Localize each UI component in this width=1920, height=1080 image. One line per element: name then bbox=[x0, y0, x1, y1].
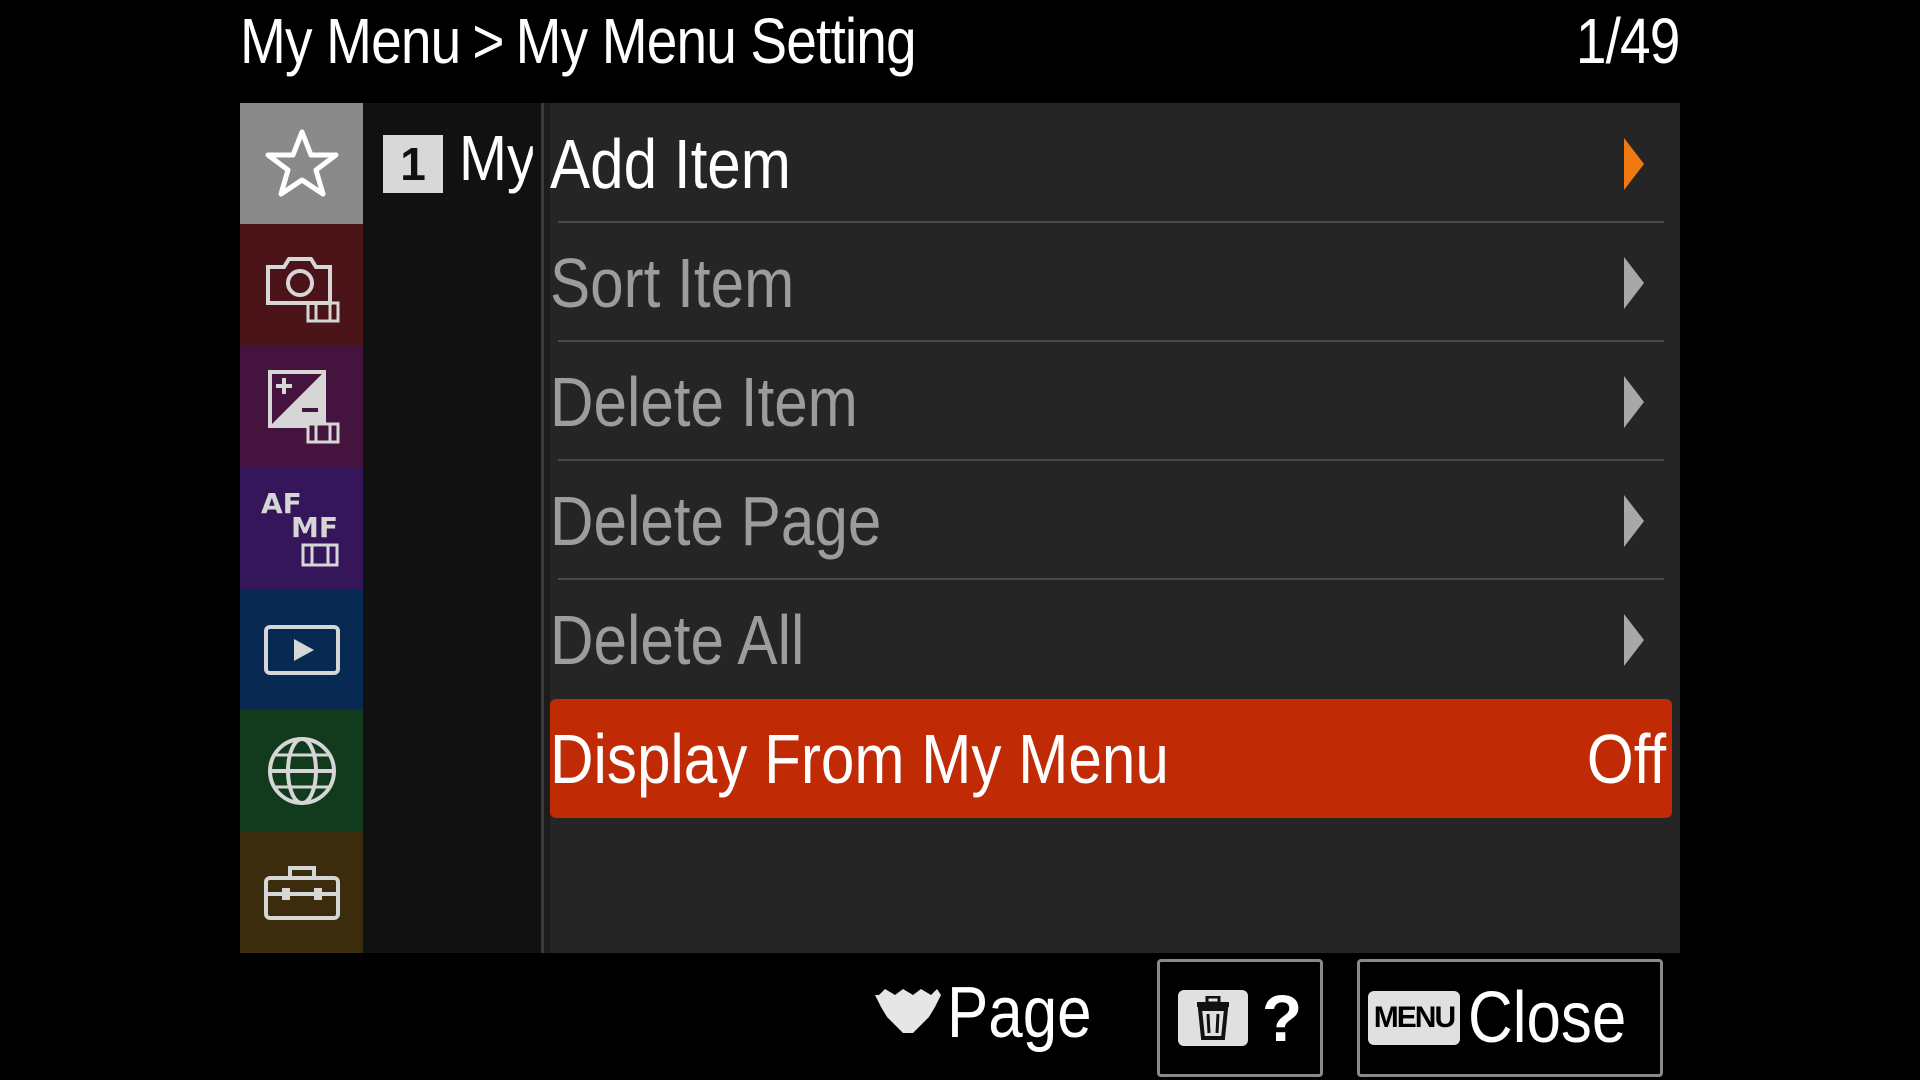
tab-focus[interactable]: AF MF bbox=[240, 467, 363, 589]
menu-item-sort-item[interactable]: Sort Item bbox=[550, 223, 1670, 342]
chevron-right-icon bbox=[1624, 256, 1644, 309]
tab-exposure-color[interactable] bbox=[240, 345, 363, 468]
breadcrumb: My Menu > My Menu Setting bbox=[240, 4, 917, 78]
menu-panel: AF MF 1 My Add Item Sort Item Delete Item bbox=[240, 103, 1680, 953]
menu-item-delete-all[interactable]: Delete All bbox=[550, 580, 1670, 699]
breadcrumb-root[interactable]: My Menu bbox=[240, 5, 461, 77]
menu-item-add-item[interactable]: Add Item bbox=[550, 104, 1670, 223]
chevron-right-icon bbox=[1624, 375, 1644, 428]
menu-item-delete-page[interactable]: Delete Page bbox=[550, 461, 1670, 580]
tab-my-menu[interactable] bbox=[240, 103, 363, 225]
subpage-number[interactable]: 1 bbox=[383, 135, 443, 193]
chevron-right-icon bbox=[1624, 137, 1644, 190]
chevron-right-icon bbox=[1624, 613, 1644, 666]
menu-list: Add Item Sort Item Delete Item Delete Pa… bbox=[550, 103, 1680, 953]
play-icon bbox=[263, 625, 340, 676]
chevron-right-icon bbox=[1624, 494, 1644, 547]
close-label: Close bbox=[1468, 978, 1627, 1058]
menu-item-display-from-my-menu[interactable]: Display From My Menu Off bbox=[550, 699, 1672, 818]
menu-key-icon: MENU bbox=[1367, 991, 1461, 1045]
close-button[interactable]: MENU Close bbox=[1357, 959, 1663, 1077]
column-divider bbox=[541, 103, 544, 953]
trash-icon bbox=[1177, 990, 1248, 1046]
star-icon bbox=[265, 129, 338, 197]
page-indicator: 1/49 bbox=[1576, 5, 1681, 77]
menu-item-label: Delete All bbox=[550, 600, 805, 679]
globe-icon bbox=[267, 736, 336, 805]
footer-bar: Page ? MENU Close bbox=[0, 953, 1920, 1080]
af-mf-movie-icon: AFMF bbox=[261, 487, 338, 567]
menu-item-value: Off bbox=[1586, 719, 1666, 798]
menu-item-label: Add Item bbox=[550, 124, 791, 203]
category-sidebar: AF MF bbox=[240, 103, 363, 953]
breadcrumb-current: My Menu Setting bbox=[515, 5, 917, 77]
page-label: Page bbox=[947, 973, 1092, 1053]
page-hint: Page bbox=[873, 973, 1115, 1053]
tab-shooting[interactable] bbox=[240, 224, 363, 346]
menu-item-label: Sort Item bbox=[550, 243, 795, 322]
subpage-label: My bbox=[459, 122, 533, 194]
tab-playback[interactable] bbox=[240, 588, 363, 710]
camera-movie-icon bbox=[265, 257, 339, 323]
dial-icon bbox=[875, 989, 941, 1033]
exposure-movie-icon bbox=[267, 370, 339, 444]
menu-item-label: Delete Page bbox=[550, 481, 882, 560]
help-button[interactable]: ? bbox=[1157, 959, 1323, 1077]
tab-network[interactable] bbox=[240, 709, 363, 832]
tab-setup[interactable] bbox=[240, 831, 363, 953]
svg-text:MF: MF bbox=[291, 511, 338, 544]
menu-item-label: Display From My Menu bbox=[550, 719, 1169, 798]
help-label: ? bbox=[1261, 981, 1303, 1055]
toolbox-icon bbox=[263, 866, 340, 921]
breadcrumb-separator: > bbox=[472, 5, 504, 77]
subpage-column: 1 My bbox=[363, 103, 541, 953]
menu-item-label: Delete Item bbox=[550, 362, 858, 441]
menu-item-delete-item[interactable]: Delete Item bbox=[550, 342, 1670, 461]
header: My Menu > My Menu Setting 1/49 bbox=[240, 0, 1681, 100]
